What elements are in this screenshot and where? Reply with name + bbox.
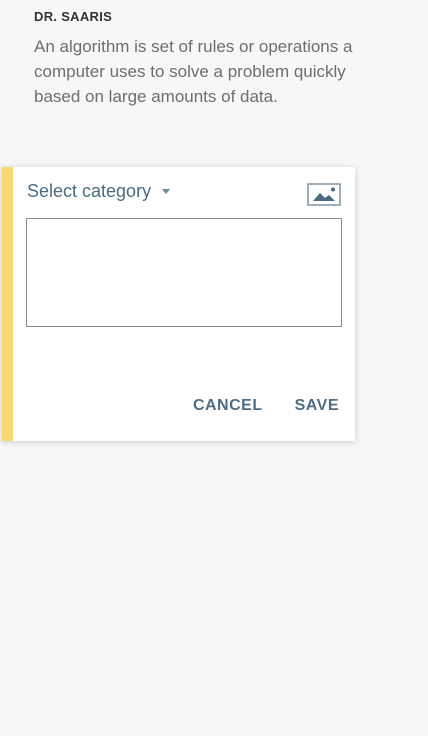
- note-text-input[interactable]: [26, 218, 342, 327]
- cancel-button[interactable]: CANCEL: [193, 397, 263, 415]
- accent-bar: [2, 167, 13, 441]
- save-button[interactable]: SAVE: [295, 397, 339, 415]
- author-name: DR. SAARIS: [34, 9, 113, 24]
- category-dropdown-label: Select category: [27, 181, 152, 201]
- caret-down-icon: [162, 189, 171, 194]
- category-dropdown[interactable]: Select category: [27, 181, 171, 202]
- editor-actions: CANCEL SAVE: [193, 397, 339, 415]
- add-image-button[interactable]: [307, 183, 341, 206]
- definition-text: An algorithm is set of rules or operatio…: [34, 37, 353, 106]
- image-icon: [307, 183, 341, 206]
- note-editor-card: Select category CANCEL SAVE: [2, 167, 355, 441]
